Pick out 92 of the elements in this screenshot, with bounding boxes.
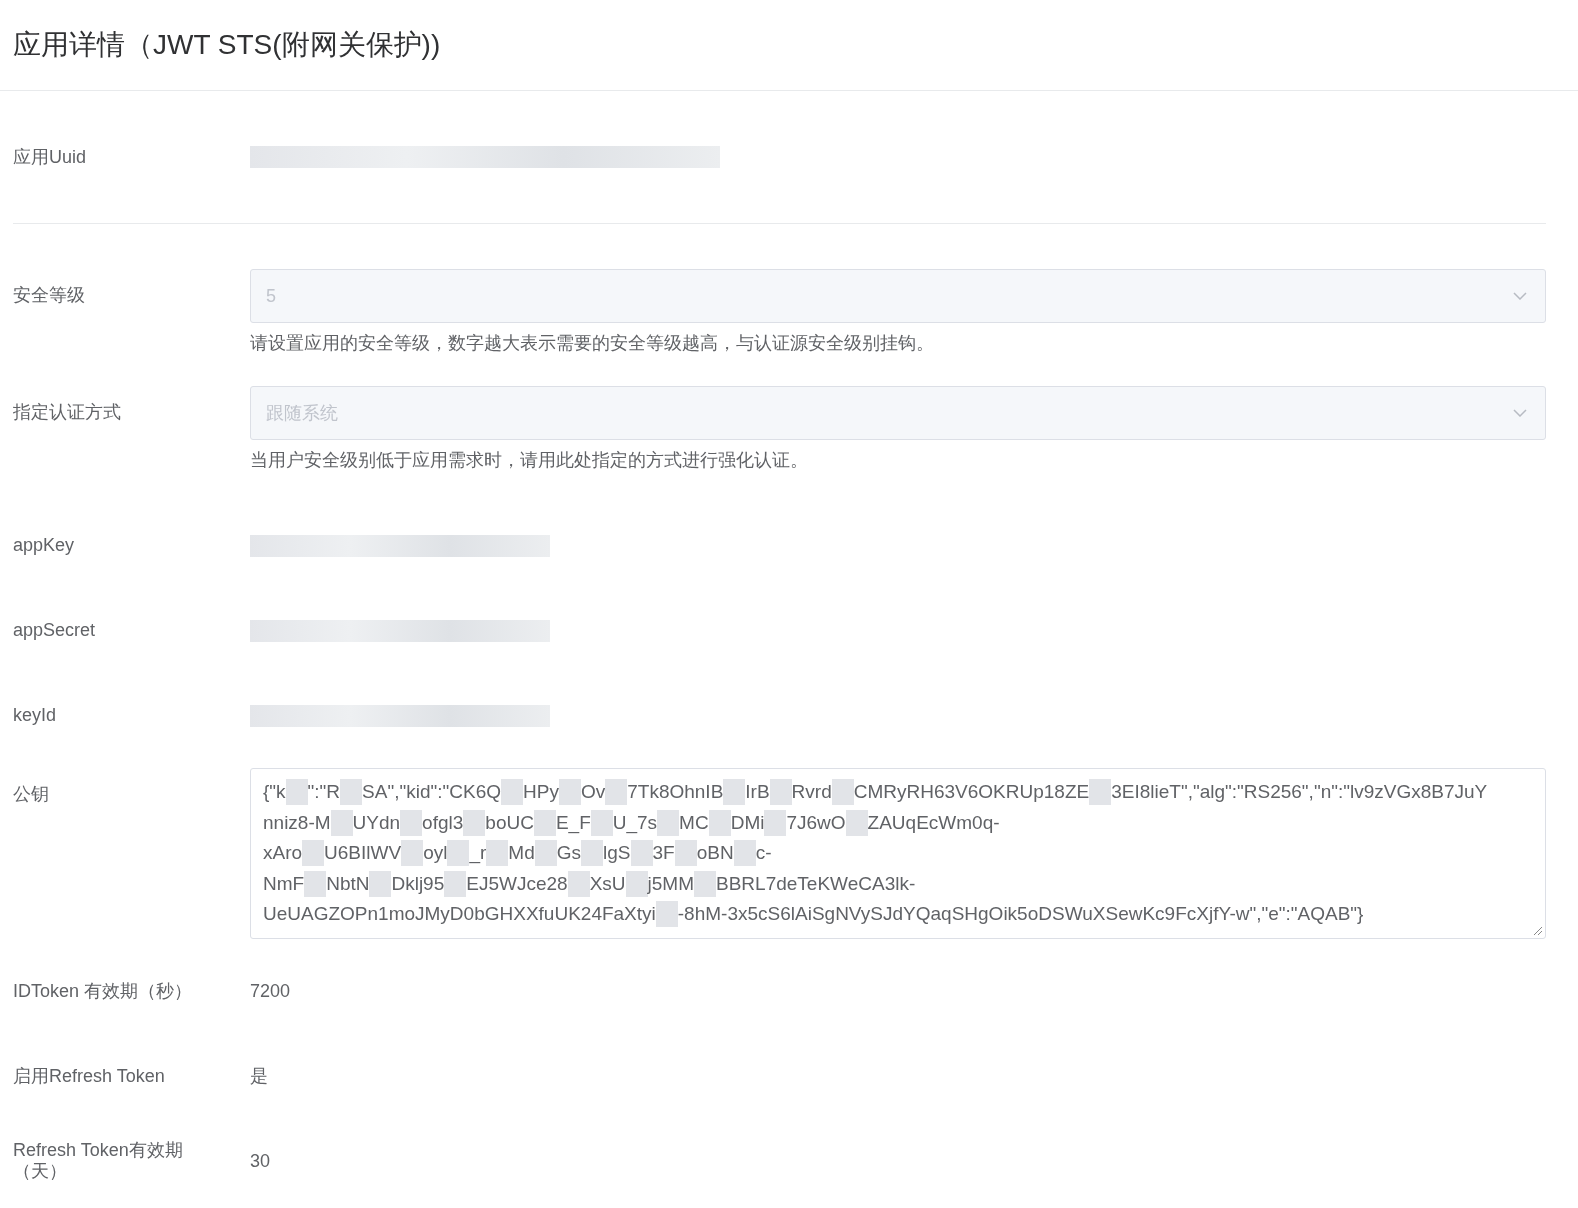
redaction-block [534, 840, 557, 866]
key-text-fragment: 3EI8lieT","alg":"RS256","n":"lv9zVGx8B7JuY [1111, 780, 1488, 804]
field-label: appKey [13, 535, 76, 556]
key-text-fragment: SA","kid":"CK6Q [362, 780, 501, 804]
redaction-block [567, 870, 590, 897]
field-label: appSecret [13, 620, 97, 641]
key-text-fragment: Dklj95 [391, 871, 445, 896]
field-label: Refresh Token有效期（天） [13, 1140, 184, 1182]
redaction-block [1089, 779, 1112, 805]
key-text-fragment: oyl [423, 841, 448, 865]
key-text-fragment: ":"R [307, 780, 341, 804]
key-text-fragment: c- [755, 841, 772, 865]
key-text-fragment: boUC [485, 810, 534, 835]
key-text-fragment: IrB [745, 780, 770, 804]
field-label: 指定认证方式 [13, 401, 122, 424]
redaction-block [400, 809, 423, 836]
redaction-block [590, 809, 613, 836]
key-text-fragment: j5MM [647, 871, 694, 896]
redaction-block [708, 809, 731, 836]
key-text-fragment: NbtN [326, 871, 370, 896]
public-key-textarea[interactable] [250, 768, 1546, 939]
field-value: 30 [250, 1150, 271, 1172]
key-text-fragment: Gs [556, 841, 582, 865]
field-label: 应用Uuid [13, 146, 88, 169]
field-value: 是 [250, 1065, 268, 1088]
key-text-fragment: HPy [523, 780, 559, 804]
field-label: keyId [13, 705, 58, 726]
redaction-block [285, 779, 308, 805]
redaction-block [723, 779, 746, 805]
key-text-fragment: Rvrd [791, 780, 832, 804]
redaction-block [657, 809, 680, 836]
redaction-block [845, 809, 868, 836]
redaction-block [625, 870, 648, 897]
key-text-fragment: _r [469, 841, 487, 866]
key-text-fragment: Ov [580, 780, 606, 804]
field-label: 公钥 [13, 783, 50, 806]
redaction-block [447, 840, 470, 866]
key-text-fragment: nniz8-M [263, 810, 331, 835]
field-label: 安全等级 [13, 284, 86, 307]
redaction-block [302, 840, 325, 866]
redaction-block [444, 870, 467, 897]
key-text-fragment: oBN [696, 841, 734, 865]
key-text-fragment: U_7s [612, 810, 658, 836]
key-text-fragment: UYdn [352, 810, 401, 835]
key-text-fragment: CMRyRH63V6OKRUp18ZE [853, 780, 1090, 804]
key-text-fragment: 7Tk8OhnIB [627, 780, 724, 804]
redaction-block [769, 779, 792, 805]
key-text-fragment: ofgl3 [422, 810, 464, 835]
redaction-block [655, 901, 678, 927]
key-text-fragment: XsU [589, 871, 626, 896]
key-text-fragment: 7J6wO [786, 810, 846, 835]
key-text-fragment: U6BIlWV [324, 841, 402, 865]
redaction-block [581, 840, 604, 866]
key-text-fragment: Md [508, 841, 535, 865]
key-text-fragment: 3F [652, 841, 675, 865]
redaction-block [533, 809, 556, 836]
redaction-block [369, 870, 392, 897]
key-text-fragment: NmF [263, 871, 305, 896]
key-text-fragment: ZAUqEcWm0q- [867, 810, 1000, 835]
redaction-block [330, 809, 353, 836]
redaction-block [733, 840, 756, 866]
chevron-down-icon [1513, 292, 1527, 300]
redaction-block [501, 779, 523, 805]
redaction-block [340, 779, 363, 805]
field-label: IDToken 有效期（秒） [13, 980, 194, 1002]
redaction-block [304, 870, 327, 897]
redaction-block [605, 779, 628, 805]
key-text-fragment: EJ5WJce28 [466, 871, 568, 896]
field-value: 7200 [250, 980, 291, 1002]
redaction-block [558, 779, 581, 805]
redaction-block [401, 840, 424, 866]
page-title: 应用详情（JWT STS(附网关保护)) [13, 28, 441, 62]
key-text-fragment: DMi [730, 810, 765, 835]
chevron-down-icon [1513, 409, 1527, 417]
redaction-block [463, 809, 486, 836]
key-text-fragment: xAro [263, 841, 303, 865]
key-text-fragment: UeUAGZOPn1moJMyD0bGHXXfuUK24FaXtyi [263, 902, 656, 926]
redaction-block [630, 840, 653, 866]
help-text: 请设置应用的安全等级，数字越大表示需要的安全等级越高，与认证源安全级别挂钩。 [250, 332, 935, 355]
key-text-fragment: BBRL7deTeKWeCA3lk- [716, 871, 916, 896]
redaction-block [694, 870, 716, 897]
redaction-block [486, 840, 509, 866]
redaction-block [764, 809, 787, 836]
key-text-fragment: E_F [555, 810, 591, 836]
redaction-block [831, 779, 854, 805]
key-text-fragment: {"k [263, 780, 286, 804]
key-text-fragment: lgS [603, 841, 631, 865]
key-text-fragment: -8hM-3x5cS6lAiSgNVySJdYQaqSHgOik5oDSWuXSewKc9FcXjfY-w","e":"AQAB"} [677, 902, 1364, 926]
field-label: 启用Refresh Token [13, 1065, 166, 1087]
help-text: 当用户安全级别低于应用需求时，请用此处指定的方式进行强化认证。 [250, 449, 809, 472]
key-text-fragment: MC [679, 810, 709, 835]
redaction-block [674, 840, 697, 866]
